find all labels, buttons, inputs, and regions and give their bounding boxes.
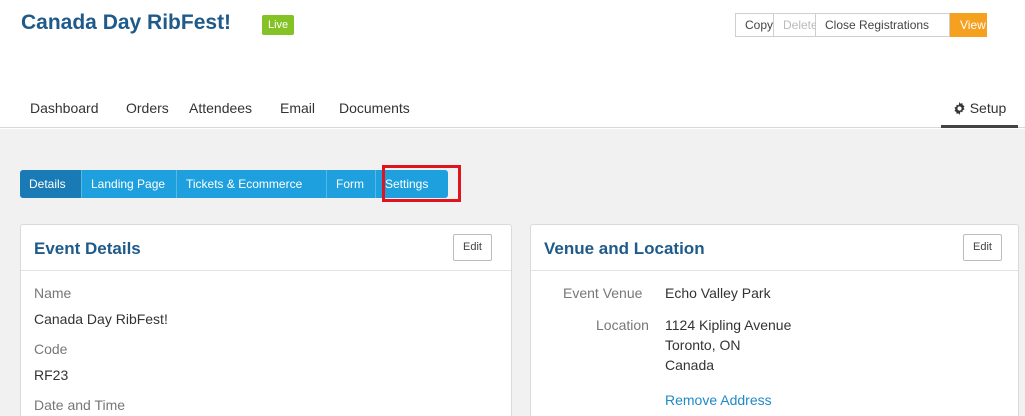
tab-form[interactable]: Form — [327, 170, 376, 198]
location-label: Location — [596, 317, 649, 333]
date-time-label: Date and Time — [34, 397, 126, 413]
venue-location-title: Venue and Location — [544, 239, 705, 258]
code-value: RF23 — [34, 367, 69, 383]
venue-location-header: Venue and Location Edit — [531, 225, 1018, 271]
name-value: Canada Day RibFest! — [34, 311, 168, 327]
tab-tickets-ecommerce[interactable]: Tickets & Ecommerce — [177, 170, 327, 198]
nav-email[interactable]: Email — [280, 100, 315, 116]
remove-address-link[interactable]: Remove Address — [665, 392, 772, 408]
address-line-2: Toronto, ON — [665, 337, 741, 353]
main-nav: Dashboard Orders Attendees Email Documen… — [0, 92, 1025, 128]
venue-location-panel: Venue and Location Edit Event Venue Echo… — [530, 224, 1019, 416]
nav-setup[interactable]: Setup — [941, 92, 1018, 128]
event-details-panel: Event Details Edit Name Canada Day RibFe… — [20, 224, 512, 416]
event-details-title: Event Details — [34, 239, 141, 258]
status-badge: Live — [262, 15, 295, 35]
name-label: Name — [34, 285, 72, 301]
view-button[interactable]: View — [950, 13, 987, 37]
code-label: Code — [34, 341, 68, 357]
tab-details[interactable]: Details — [20, 170, 82, 198]
event-details-header: Event Details Edit — [21, 225, 511, 271]
nav-attendees[interactable]: Attendees — [189, 100, 252, 116]
nav-orders[interactable]: Orders — [126, 100, 169, 116]
nav-dashboard[interactable]: Dashboard — [30, 100, 99, 116]
nav-documents[interactable]: Documents — [339, 100, 410, 116]
copy-button[interactable]: Copy — [735, 13, 774, 37]
setup-label: Setup — [969, 100, 1007, 116]
close-registrations-button[interactable]: Close Registrations — [816, 13, 950, 37]
page-header: Canada Day RibFest! Live Copy Delete Clo… — [0, 0, 1025, 128]
address-line-1: 1124 Kipling Avenue — [665, 317, 792, 333]
event-venue-label: Event Venue — [563, 285, 643, 301]
address-line-3: Canada — [665, 357, 715, 373]
tab-landing-page[interactable]: Landing Page — [82, 170, 177, 198]
settings-highlight-box — [382, 165, 461, 202]
event-details-edit-button[interactable]: Edit — [453, 234, 492, 261]
main-content: Details Landing Page Tickets & Ecommerce… — [0, 129, 1025, 416]
action-buttons: Copy Delete Close Registrations View — [735, 13, 987, 37]
event-venue-value: Echo Valley Park — [665, 285, 771, 301]
delete-button[interactable]: Delete — [774, 13, 818, 37]
gear-icon — [954, 102, 965, 115]
event-title: Canada Day RibFest! — [21, 11, 232, 34]
venue-edit-button[interactable]: Edit — [963, 234, 1002, 261]
